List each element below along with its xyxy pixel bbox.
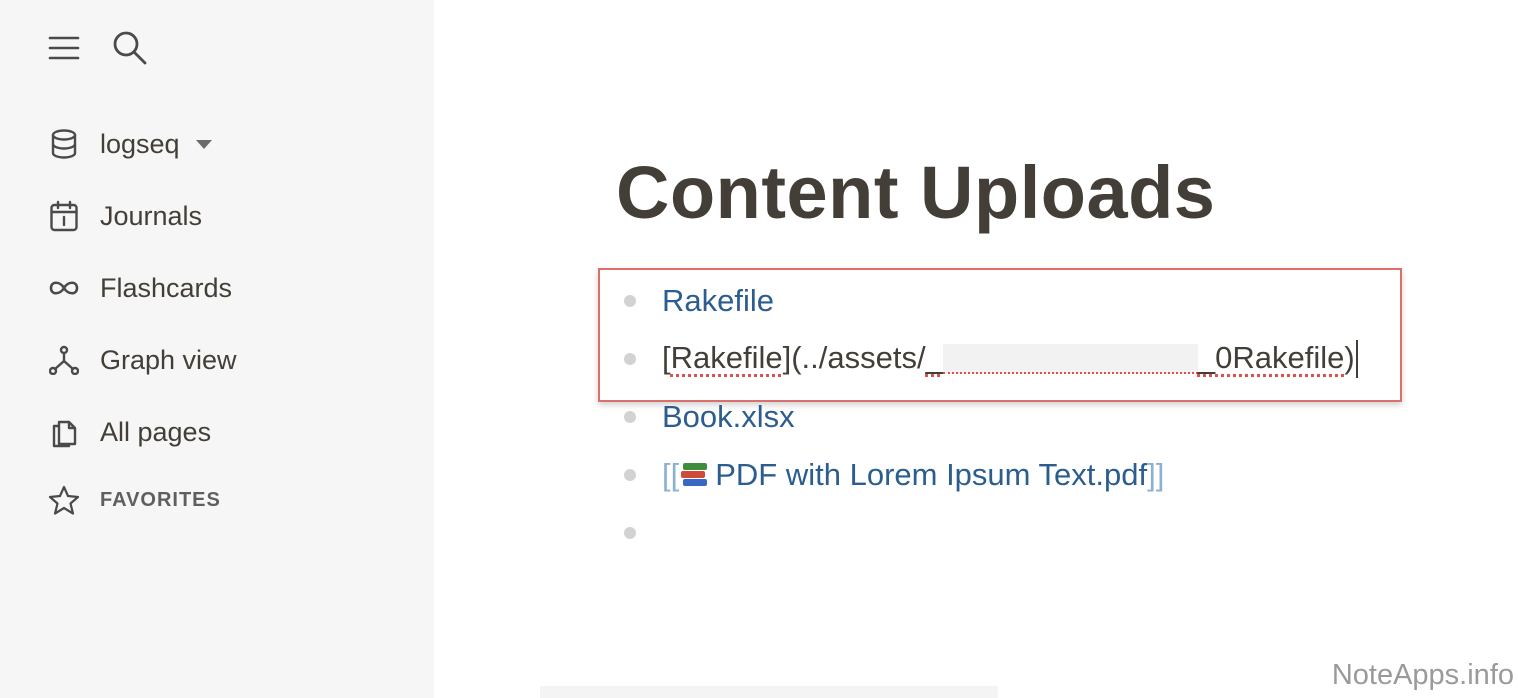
bottom-bar (540, 686, 998, 698)
block-item[interactable]: Book.xlsx (612, 388, 1432, 446)
md-text: _ (925, 339, 943, 375)
books-emoji (681, 461, 709, 489)
infinity-icon (46, 270, 82, 306)
md-text: Rakefile (670, 339, 783, 375)
text-cursor (1355, 340, 1358, 379)
sidebar-nav: logseq Journals Flashcards Graph view Al… (46, 108, 406, 528)
watermark: NoteApps.info (1331, 659, 1514, 691)
md-text: 0Rakefile (1215, 339, 1345, 375)
sidebar-item-label: Journals (100, 200, 203, 231)
graph-icon (46, 342, 82, 378)
database-icon (46, 126, 82, 162)
calendar-icon (46, 198, 82, 234)
page-ref-close: ]] (1147, 457, 1165, 492)
sidebar-item-journals[interactable]: Journals (46, 180, 406, 252)
block-item-empty[interactable] (612, 504, 1432, 562)
sidebar-item-graph-view[interactable]: Graph view (46, 324, 406, 396)
block-list: Rakefile [Rakefile](../assets/_ _0Rakefil… (612, 272, 1432, 562)
block-bullet[interactable] (624, 411, 636, 423)
sidebar-item-label: All pages (100, 416, 212, 447)
block-item-editing[interactable]: [Rakefile](../assets/_ _0Rakefile) (612, 330, 1432, 388)
pages-icon (46, 414, 82, 450)
sidebar-topbar (44, 28, 150, 68)
repo-selector[interactable]: logseq (46, 108, 406, 180)
repo-label: logseq (100, 128, 180, 159)
redacted-region (942, 344, 1198, 375)
main-content: Content Uploads Rakefile [Rakefile](../a… (434, 0, 1518, 698)
block-bullet[interactable] (624, 295, 636, 307)
sidebar-item-label: Graph view (100, 344, 237, 375)
hamburger-icon[interactable] (44, 28, 84, 68)
page-ref-open: [[ (662, 457, 680, 492)
search-icon[interactable] (110, 28, 150, 68)
block-item[interactable]: [[ PDF with Lorem Ipsum Text.pdf ]] (612, 446, 1432, 504)
star-icon (46, 482, 82, 518)
favorites-header[interactable]: FAVORITES (46, 472, 406, 528)
asset-link[interactable]: Rakefile (662, 283, 774, 319)
md-text: ) (1344, 339, 1355, 375)
sidebar-item-flashcards[interactable]: Flashcards (46, 252, 406, 324)
sidebar-item-all-pages[interactable]: All pages (46, 396, 406, 468)
page-title[interactable]: Content Uploads (616, 150, 1215, 235)
block-bullet[interactable] (624, 469, 636, 481)
asset-link[interactable]: Book.xlsx (662, 399, 795, 435)
block-bullet[interactable] (624, 527, 636, 539)
page-ref-link[interactable]: PDF with Lorem Ipsum Text.pdf (715, 457, 1147, 493)
chevron-down-icon[interactable] (195, 139, 212, 149)
md-text: [ (662, 339, 671, 375)
block-editor-text[interactable]: [Rakefile](../assets/_ _0Rakefile) (662, 340, 1358, 379)
md-text: _ (1197, 339, 1216, 375)
sidebar-item-label: Flashcards (100, 272, 233, 303)
block-bullet[interactable] (624, 353, 636, 365)
left-sidebar: logseq Journals Flashcards Graph view Al… (0, 0, 434, 698)
md-text: ](../assets/ (782, 339, 926, 375)
block-item[interactable]: Rakefile (612, 272, 1432, 330)
favorites-label: FAVORITES (100, 488, 221, 511)
